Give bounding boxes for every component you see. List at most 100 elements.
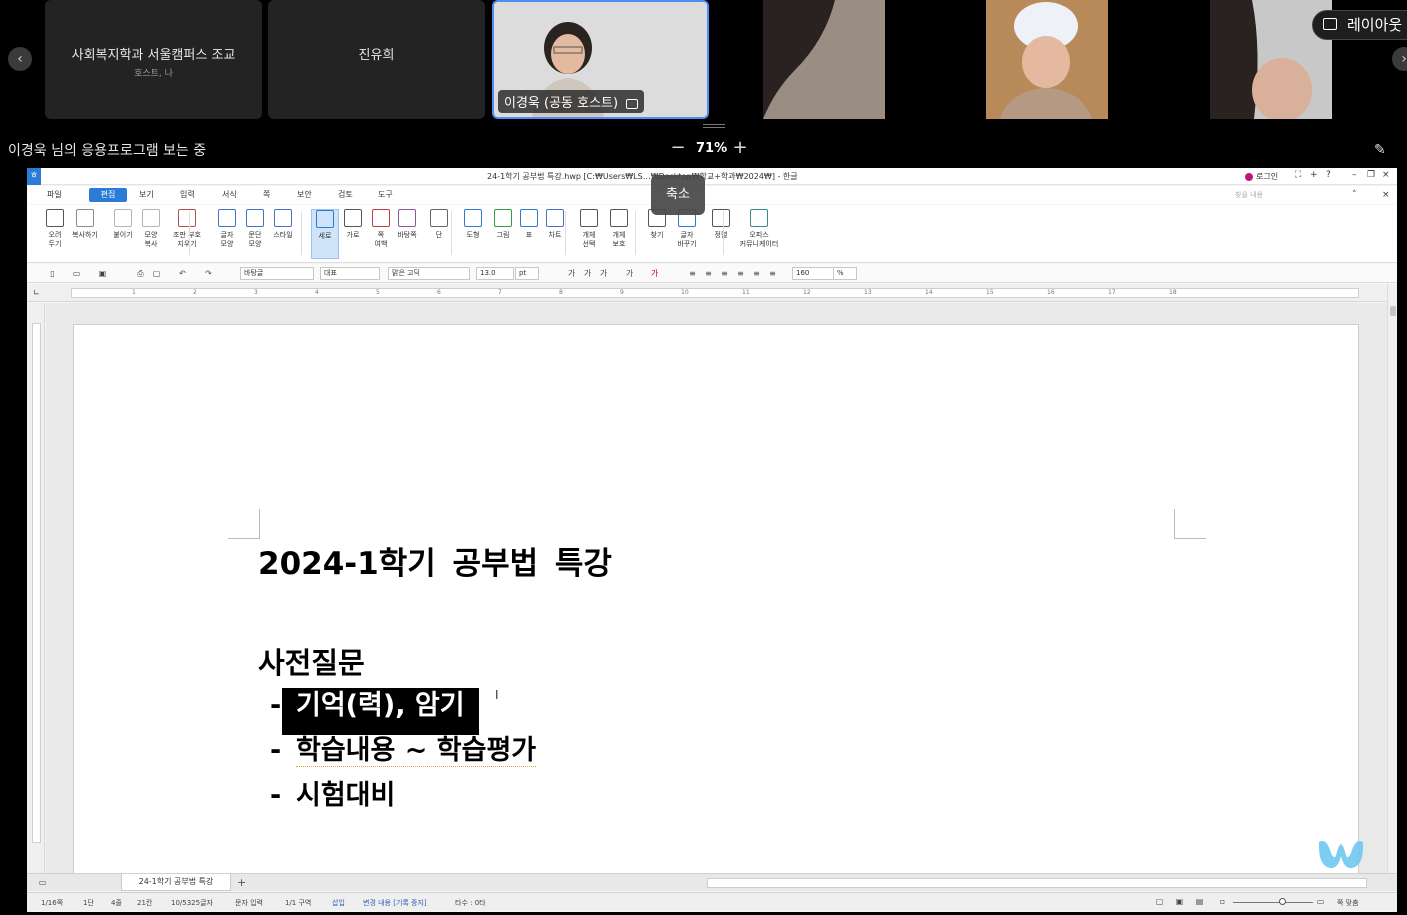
ribbon-button[interactable]: 복사하기: [71, 209, 99, 240]
menu-edit[interactable]: 편집: [89, 188, 127, 202]
find-field[interactable]: 찾을 내용: [1235, 190, 1263, 200]
participant-video[interactable]: [938, 0, 1155, 119]
zoom-out-tooltip: 축소: [651, 175, 705, 215]
horizontal-scrollbar[interactable]: [707, 878, 1367, 888]
language-select[interactable]: 대표: [320, 267, 380, 280]
document-page[interactable]: 2024-1학기 공부법 특강 사전질문 - 기억(력), 암기 - 학습내용 ~ …: [73, 324, 1359, 873]
ribbon-button[interactable]: 가로: [339, 209, 367, 240]
tab-type-icon[interactable]: ∟: [31, 287, 42, 298]
italic-icon[interactable]: 가: [582, 268, 593, 279]
doc-close-icon[interactable]: ×: [1382, 190, 1390, 200]
vertical-scrollbar[interactable]: [1387, 284, 1397, 874]
participant-tile[interactable]: 사회복지학과 서울캠퍼스 조교 호스트, 나: [45, 0, 262, 119]
ribbon-button[interactable]: 단: [425, 209, 453, 240]
vertical-ruler[interactable]: [27, 303, 45, 873]
ribbon-button[interactable]: 글자 모양: [213, 209, 241, 249]
ribbon-button[interactable]: 오려 두기: [41, 209, 69, 249]
zoom-page-icon[interactable]: ▭: [1315, 896, 1326, 907]
menu-security[interactable]: 보안: [297, 189, 312, 200]
document-tab[interactable]: 24-1학기 공부법 특강: [121, 874, 231, 891]
ribbon-button[interactable]: 오피스 커뮤니케이터: [735, 209, 783, 249]
divide-icon[interactable]: ≡: [767, 268, 778, 279]
ribbon-button[interactable]: 스타일: [269, 209, 297, 240]
help-icon[interactable]: ?: [1326, 170, 1331, 180]
ribbon-button[interactable]: 도형: [459, 209, 487, 240]
view-normal-icon[interactable]: ▢: [1154, 896, 1165, 907]
minimize-icon[interactable]: –: [1352, 170, 1357, 180]
redo-icon[interactable]: ↷: [203, 268, 214, 279]
size-unit-select[interactable]: pt: [515, 267, 539, 280]
zoom-fit-icon[interactable]: ▫: [1217, 896, 1228, 907]
save-icon[interactable]: ▣: [97, 268, 108, 279]
open-icon[interactable]: ▭: [71, 268, 82, 279]
zoom-in-button[interactable]: +: [730, 138, 750, 158]
close-icon[interactable]: ×: [1382, 170, 1390, 180]
zoom-out-button[interactable]: −: [668, 138, 688, 158]
ribbon-button[interactable]: 조판 부호 지우기: [173, 209, 201, 249]
font-color-icon[interactable]: 가: [649, 268, 660, 279]
scroll-thumb[interactable]: [1390, 306, 1396, 316]
ribbon-button[interactable]: 쪽 여백: [367, 209, 395, 249]
document-canvas[interactable]: 2024-1학기 공부법 특강 사전질문 - 기억(력), 암기 - 학습내용 ~ …: [46, 303, 1387, 873]
ruler-tick-label: 5: [376, 289, 380, 296]
ribbon-button[interactable]: 개체 보호: [605, 209, 633, 249]
line-spacing-input[interactable]: 160: [792, 267, 834, 280]
chevron-right-icon[interactable]: ›: [1392, 47, 1407, 71]
menu-review[interactable]: 검토: [338, 189, 353, 200]
participant-tile[interactable]: 진유희: [268, 0, 485, 119]
align-right-icon[interactable]: ≡: [735, 268, 746, 279]
resize-handle[interactable]: [703, 124, 725, 128]
strike-icon[interactable]: 가: [624, 268, 635, 279]
undo-icon[interactable]: ↶: [177, 268, 188, 279]
participant-video-active[interactable]: 이경욱 (공동 호스트): [492, 0, 709, 119]
preview-icon[interactable]: ▢: [151, 268, 162, 279]
menu-view[interactable]: 보기: [139, 189, 154, 200]
pin-icon[interactable]: +: [1310, 170, 1318, 180]
layout-button[interactable]: 레이아웃: [1312, 10, 1407, 40]
ribbon-button[interactable]: 개체 선택: [575, 209, 603, 249]
view-web-icon[interactable]: ▤: [1194, 896, 1205, 907]
zoom-slider-thumb[interactable]: [1279, 898, 1286, 905]
align-center-icon[interactable]: ≡: [719, 268, 730, 279]
align-justify-icon[interactable]: ≡: [687, 268, 698, 279]
fullscreen-icon[interactable]: ⛶: [1295, 170, 1301, 180]
new-doc-icon[interactable]: ▯: [47, 268, 58, 279]
ribbon-button[interactable]: 세로: [311, 209, 339, 259]
menu-tools[interactable]: 도구: [378, 189, 393, 200]
ribbon-collapse-icon[interactable]: ˄: [1352, 190, 1357, 200]
menu-format[interactable]: 서식: [222, 189, 237, 200]
ribbon-button[interactable]: 표: [515, 209, 543, 240]
underline-icon[interactable]: 가: [598, 268, 609, 279]
add-tab-icon[interactable]: +: [237, 876, 246, 889]
chevron-left-icon[interactable]: ‹: [8, 47, 32, 71]
participant-video[interactable]: [715, 0, 932, 119]
zoom-slider[interactable]: [1233, 902, 1313, 903]
status-fit[interactable]: 쪽 맞춤: [1337, 898, 1359, 908]
ribbon-button[interactable]: 문단 모양: [241, 209, 269, 249]
view-page-icon[interactable]: ▣: [1174, 896, 1185, 907]
style-select[interactable]: 바탕글: [240, 267, 314, 280]
status-track-changes[interactable]: 변경 내용 [기록 중지]: [363, 898, 427, 908]
line-spacing-unit[interactable]: %: [833, 267, 857, 280]
login-button[interactable]: 로그인: [1245, 171, 1278, 182]
menu-file[interactable]: 파일: [47, 189, 62, 200]
distribute-icon[interactable]: ≡: [751, 268, 762, 279]
status-mode[interactable]: 삽입: [332, 898, 345, 908]
ribbon-button[interactable]: 바탕쪽: [393, 209, 421, 240]
ribbon-button[interactable]: 붙이기: [109, 209, 137, 240]
font-select[interactable]: 맑은 고딕: [388, 267, 470, 280]
ribbon-button[interactable]: 모양 복사: [137, 209, 165, 249]
menu-page[interactable]: 쪽: [263, 189, 270, 200]
restore-icon[interactable]: ❐: [1367, 170, 1375, 180]
bold-icon[interactable]: 가: [566, 268, 577, 279]
print-icon[interactable]: ⎙: [135, 268, 146, 279]
ribbon-button[interactable]: 글자 바꾸기: [673, 209, 701, 249]
align-left-icon[interactable]: ≡: [703, 268, 714, 279]
ribbon-button[interactable]: 정렬: [707, 209, 735, 240]
font-size-input[interactable]: 13.0: [476, 267, 514, 280]
tab-view-icon[interactable]: ▭: [37, 877, 48, 888]
menu-insert[interactable]: 입력: [180, 189, 195, 200]
ribbon-button[interactable]: 그림: [489, 209, 517, 240]
horizontal-ruler[interactable]: ∟ 1 2 3 4 5 6 7 8 9 10 11 12 13 14 15 16 17 18: [27, 284, 1387, 302]
annotate-icon[interactable]: ✎: [1374, 142, 1386, 158]
